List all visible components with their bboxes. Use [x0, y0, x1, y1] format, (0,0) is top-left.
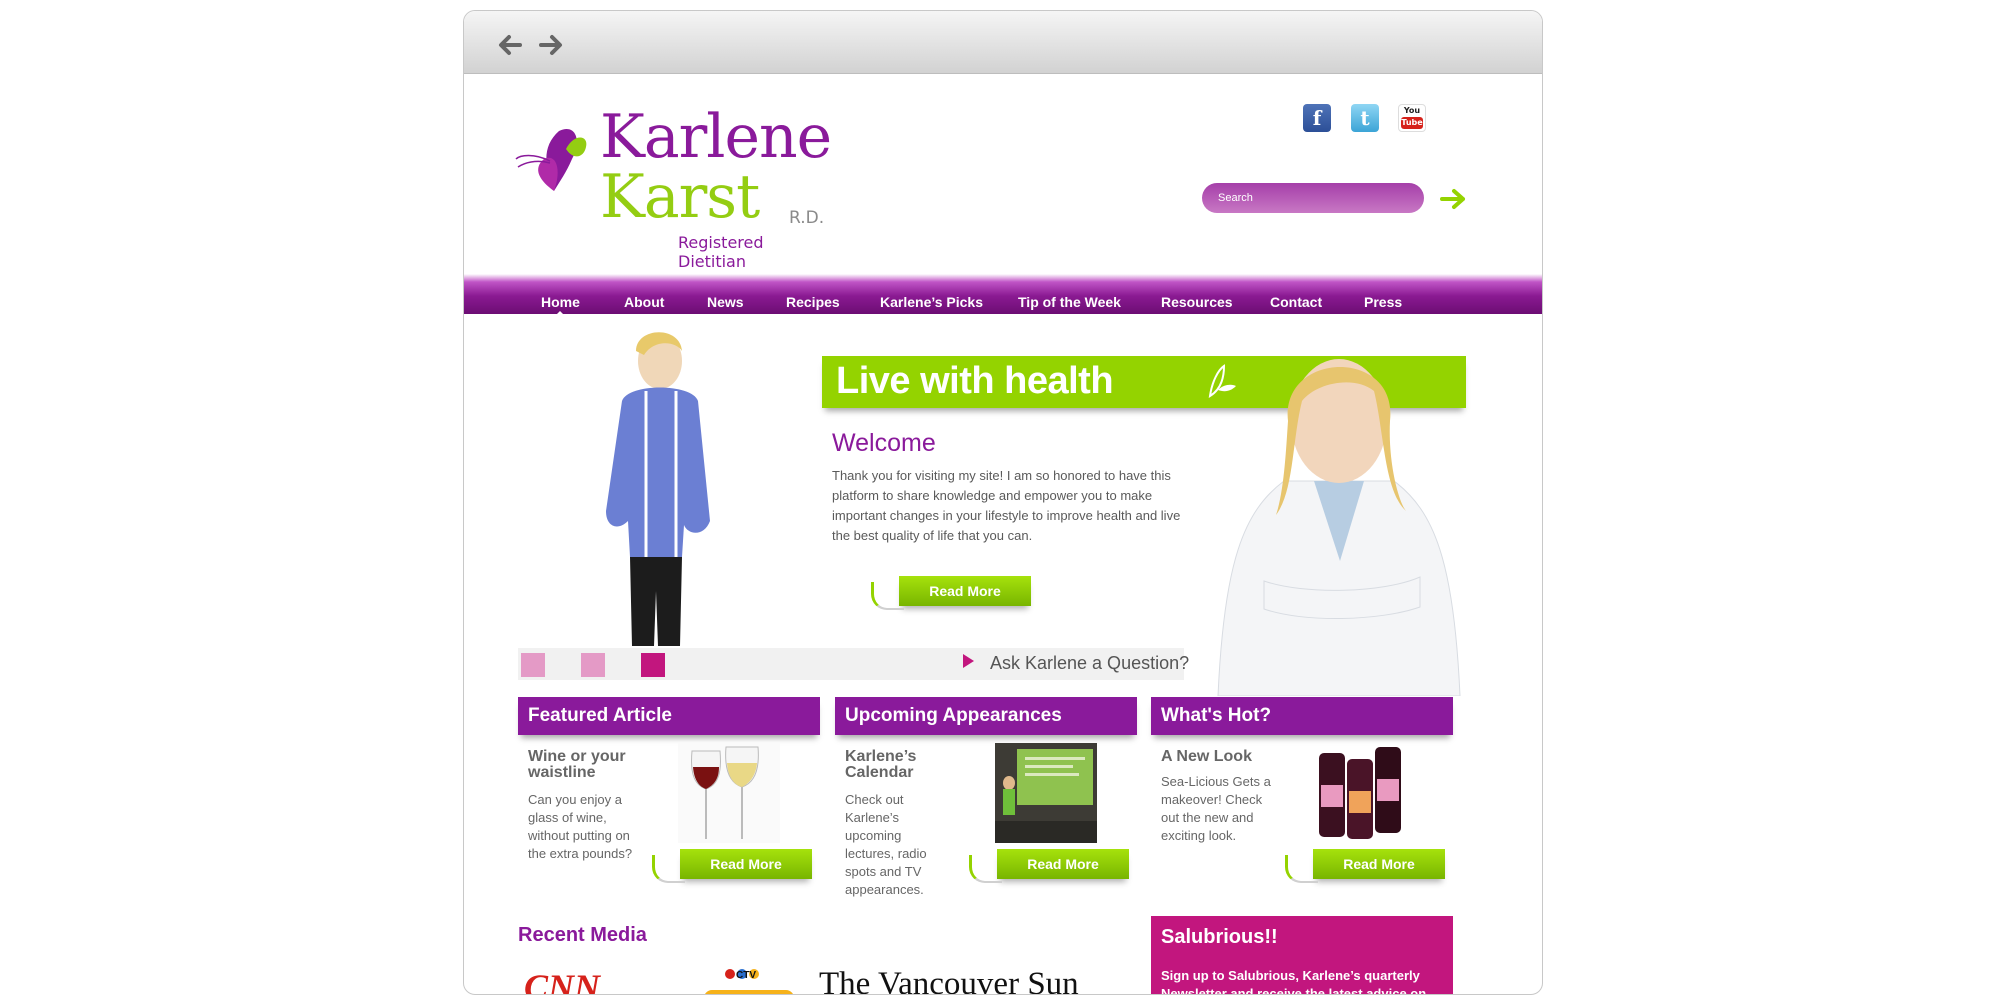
featured-article-subtitle: Wine or your waistline — [528, 748, 626, 781]
hero-slider-bar: Ask Karlene a Question? — [518, 648, 1189, 680]
upcoming-appearances-read-more[interactable]: Read More — [969, 849, 1129, 883]
butterfly-icon — [515, 129, 587, 191]
newsletter-panel: Salubrious!! Sign up to Salubrious, Karl… — [1151, 916, 1453, 995]
upcoming-appearances-panel: Upcoming Appearances Karlene’s Calendar … — [835, 697, 1137, 912]
lecture-photo — [995, 743, 1097, 843]
back-arrow-icon[interactable] — [494, 31, 524, 59]
logo-first-name: Karlene — [600, 102, 832, 172]
youtube-icon[interactable]: You Tube — [1398, 104, 1426, 132]
whats-hot-panel: What's Hot? A New Look Sea-Licious Gets … — [1151, 697, 1453, 912]
play-triangle-icon — [963, 654, 974, 668]
product-bottles-image — [1319, 747, 1401, 839]
ask-question-link[interactable]: Ask Karlene a Question? — [963, 653, 1189, 674]
nav-item-recipes[interactable]: Recipes — [786, 294, 840, 310]
slider-dot-3[interactable] — [641, 653, 665, 677]
main-nav: Home About News Recipes Karlene’s Picks … — [464, 274, 1542, 317]
wine-glasses-image — [678, 743, 780, 843]
welcome-title: Welcome — [832, 429, 936, 457]
whats-hot-heading: What's Hot? — [1151, 697, 1453, 735]
recent-media-title: Recent Media — [518, 924, 647, 946]
nav-item-contact[interactable]: Contact — [1270, 294, 1322, 310]
dietitian-photo — [1217, 359, 1461, 696]
ctv-logo[interactable]: CTV — [700, 966, 800, 995]
featured-article-body: Can you enjoy a glass of wine, without p… — [528, 792, 633, 861]
vancouver-sun-logo[interactable]: The Vancouver Sun — [819, 966, 1079, 994]
nav-item-tip-of-the-week[interactable]: Tip of the Week — [1018, 294, 1121, 310]
whats-hot-read-more[interactable]: Read More — [1285, 849, 1445, 883]
logo-credential: R.D. — [789, 208, 825, 228]
hero-read-more-button[interactable]: Read More — [871, 576, 1031, 610]
newsletter-text: Sign up to Salubrious, Karlene’s quarter… — [1161, 968, 1427, 995]
browser-toolbar — [464, 11, 1542, 74]
browser-frame: Karlene Karst R.D. Registered Dietitian … — [463, 10, 1543, 995]
ask-question-label: Ask Karlene a Question? — [990, 653, 1190, 673]
forward-arrow-icon[interactable] — [537, 31, 567, 59]
nav-item-karlenes-picks[interactable]: Karlene’s Picks — [880, 294, 983, 310]
nav-item-press[interactable]: Press — [1364, 294, 1402, 310]
newsletter-title: Salubrious!! — [1161, 926, 1278, 948]
nav-item-news[interactable]: News — [707, 294, 744, 310]
upcoming-appearances-body: Check out Karlene’s upcoming lectures, r… — [845, 792, 927, 897]
facebook-icon[interactable]: f — [1303, 104, 1331, 132]
search-arrow-icon[interactable] — [1439, 187, 1469, 211]
upcoming-appearances-heading: Upcoming Appearances — [835, 697, 1137, 735]
runner-photo — [606, 332, 710, 646]
hero-banner-title: Live with health — [836, 360, 1114, 402]
welcome-text: Thank you for visiting my site! I am so … — [832, 468, 1181, 543]
whats-hot-body: Sea-Licious Gets a makeover! Check out t… — [1161, 774, 1271, 843]
nav-item-home[interactable]: Home — [541, 294, 580, 317]
whats-hot-subtitle: A New Look — [1161, 748, 1252, 765]
cnn-logo[interactable]: CNN — [524, 966, 600, 994]
nav-item-resources[interactable]: Resources — [1161, 294, 1233, 310]
slider-dot-2[interactable] — [581, 653, 605, 677]
logo-last-name: Karst — [600, 162, 760, 232]
search-input[interactable] — [1202, 183, 1424, 213]
svg-text:CTV: CTV — [736, 970, 756, 981]
twitter-icon[interactable]: t — [1351, 104, 1379, 132]
featured-article-read-more[interactable]: Read More — [652, 849, 812, 883]
site-logo[interactable]: Karlene Karst R.D. Registered Dietitian — [514, 102, 834, 271]
featured-article-heading: Featured Article — [518, 697, 820, 735]
featured-article-panel: Featured Article Wine or your waistline … — [518, 697, 820, 912]
logo-subtitle: Registered Dietitian — [678, 233, 764, 271]
upcoming-appearances-subtitle: Karlene’s Calendar — [845, 748, 917, 781]
slider-dot-1[interactable] — [521, 653, 545, 677]
nav-item-about[interactable]: About — [624, 294, 664, 310]
